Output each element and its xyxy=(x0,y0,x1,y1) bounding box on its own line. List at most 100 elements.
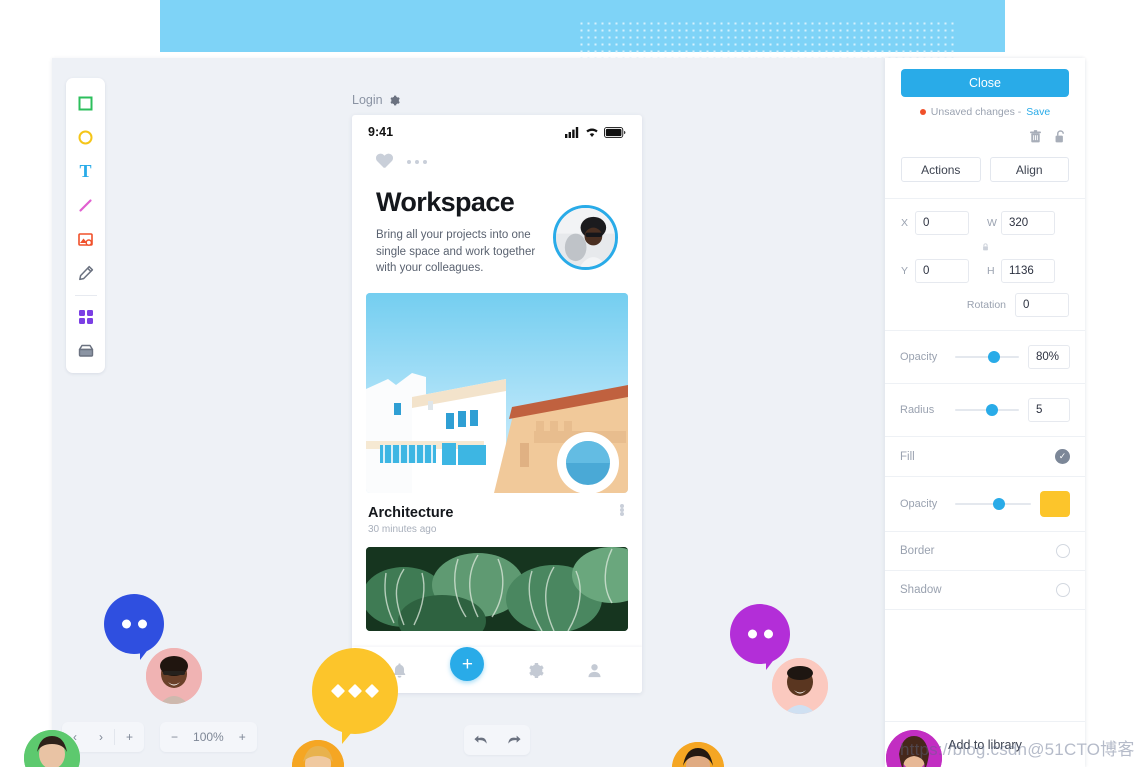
rectangle-tool[interactable] xyxy=(69,86,103,120)
gear-icon[interactable] xyxy=(527,662,544,679)
border-row[interactable]: Border xyxy=(885,531,1085,570)
bubble-tail xyxy=(342,720,362,744)
border-label: Border xyxy=(900,545,935,557)
tool-divider xyxy=(74,295,97,296)
components-tool[interactable] xyxy=(69,300,103,334)
artboard-label[interactable]: Login xyxy=(352,93,400,107)
fill-row[interactable]: Fill ✓ xyxy=(885,436,1085,476)
inspector-spacer xyxy=(885,609,1085,721)
bubble-dots xyxy=(104,619,164,629)
bubble-tail xyxy=(140,643,153,660)
opacity-label: Opacity xyxy=(900,351,938,363)
x-input[interactable]: 0 xyxy=(915,211,969,235)
shadow-toggle[interactable] xyxy=(1056,583,1070,597)
screen-root: T Login 9:41 Workspace Bring all your pr… xyxy=(0,0,1137,767)
fill-opacity-label: Opacity xyxy=(900,498,938,510)
radius-value[interactable]: 5 xyxy=(1028,398,1070,422)
ellipse-tool[interactable] xyxy=(69,120,103,154)
inspector-panel: Close Unsaved changes - Save Actions Ali… xyxy=(885,58,1085,767)
top-banner xyxy=(160,0,1005,58)
avatar xyxy=(553,205,618,270)
x-w-row: X 0 W 320 xyxy=(901,211,1069,235)
add-page-button[interactable]: + xyxy=(115,722,144,752)
opacity-slider-knob[interactable] xyxy=(988,351,1001,363)
save-link[interactable]: Save xyxy=(1026,106,1050,118)
bubble-purple xyxy=(730,604,790,670)
shadow-label: Shadow xyxy=(900,584,942,596)
battery-icon xyxy=(604,126,626,138)
radius-label: Radius xyxy=(900,404,935,416)
text-t-icon: T xyxy=(79,160,92,181)
undo-arrow-icon[interactable] xyxy=(473,733,489,747)
hero-text: Workspace Bring all your projects into o… xyxy=(376,187,543,277)
line-tool[interactable] xyxy=(69,188,103,222)
actions-button[interactable]: Actions xyxy=(901,157,981,182)
y-input[interactable]: 0 xyxy=(915,259,969,283)
tab-add[interactable]: + xyxy=(450,647,485,681)
bubble-blue xyxy=(104,594,164,660)
zoom-level: 100% xyxy=(193,730,224,744)
align-button[interactable]: Align xyxy=(989,157,1069,182)
hero-body: Bring all your projects into one single … xyxy=(376,229,536,275)
w-input[interactable]: 320 xyxy=(1001,211,1055,235)
banner-dot-pattern xyxy=(578,20,958,58)
zoom-controls: − 100% + xyxy=(160,722,257,752)
rotation-input[interactable]: 0 xyxy=(1015,293,1069,317)
fill-label: Fill xyxy=(900,450,915,463)
border-toggle[interactable] xyxy=(1056,544,1070,558)
fill-opacity-slider-knob[interactable] xyxy=(993,498,1005,510)
x-label: X xyxy=(901,217,909,229)
status-time: 9:41 xyxy=(368,125,394,139)
radius-slider-knob[interactable] xyxy=(985,404,998,416)
person-icon[interactable] xyxy=(586,662,603,679)
close-button[interactable]: Close xyxy=(901,69,1069,97)
w-label: W xyxy=(987,217,997,229)
fill-toggle-check-icon[interactable]: ✓ xyxy=(1055,449,1070,464)
gear-icon[interactable] xyxy=(389,95,400,106)
next-page-button[interactable]: › xyxy=(88,722,114,752)
h-input[interactable]: 1136 xyxy=(1001,259,1055,283)
opacity-value[interactable]: 80% xyxy=(1028,345,1070,369)
bubble-tail xyxy=(766,653,779,670)
zoom-out-button[interactable]: − xyxy=(160,722,189,752)
avatar-peach[interactable] xyxy=(772,658,828,714)
library-tool[interactable] xyxy=(69,334,103,368)
bubble-dots xyxy=(730,629,790,639)
history-controls xyxy=(464,725,530,755)
fill-opacity-row: Opacity xyxy=(885,476,1085,531)
image-tool[interactable] xyxy=(69,222,103,256)
trash-icon[interactable] xyxy=(1030,130,1041,143)
card-title: Architecture xyxy=(368,505,454,522)
unlock-icon[interactable] xyxy=(1055,130,1066,143)
pen-tool[interactable] xyxy=(69,256,103,290)
card-more-dots-icon[interactable] xyxy=(620,504,624,517)
card-timestamp: 30 minutes ago xyxy=(368,524,437,536)
avatar-pink[interactable] xyxy=(146,648,202,704)
card-image-architecture xyxy=(366,293,628,494)
text-tool[interactable]: T xyxy=(69,154,103,188)
fill-opacity-slider[interactable] xyxy=(955,498,1031,510)
shadow-row[interactable]: Shadow xyxy=(885,570,1085,609)
rotation-label: Rotation xyxy=(966,299,1006,311)
fill-color-swatch[interactable] xyxy=(1040,491,1070,517)
radius-row: Radius 5 xyxy=(885,383,1085,436)
status-icons xyxy=(565,126,626,138)
artboard-name: Login xyxy=(352,93,383,107)
opacity-slider[interactable] xyxy=(955,351,1019,363)
phone-mockup: 9:41 Workspace Bring all your projects i… xyxy=(352,115,642,693)
radius-slider[interactable] xyxy=(955,404,1019,416)
y-h-row: Y 0 H 1136 xyxy=(901,259,1069,283)
zoom-in-button[interactable]: + xyxy=(228,722,257,752)
redo-arrow-icon[interactable] xyxy=(506,733,522,747)
opacity-row: Opacity 80% xyxy=(885,330,1085,383)
phone-top-icons xyxy=(352,149,642,169)
unsaved-text: Unsaved changes - xyxy=(930,106,1022,118)
heart-icon[interactable] xyxy=(376,154,393,169)
plus-icon: + xyxy=(461,653,473,675)
rotation-row: Rotation 0 xyxy=(901,293,1069,317)
phone-status-bar: 9:41 xyxy=(352,115,642,149)
more-dots-icon[interactable] xyxy=(407,159,427,164)
aspect-lock-icon[interactable] xyxy=(901,238,1069,256)
object-actions-icons xyxy=(885,118,1085,143)
hero-title: Workspace xyxy=(376,187,515,217)
